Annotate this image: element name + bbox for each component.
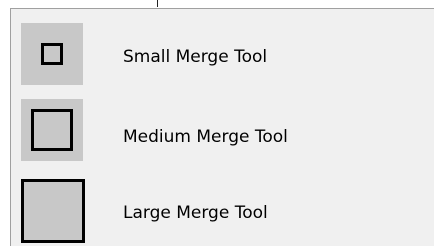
- small-square-icon: [41, 43, 63, 65]
- menu-item-small-merge-tool[interactable]: Small Merge Tool: [11, 17, 434, 89]
- menu-item-label: Medium Merge Tool: [123, 127, 288, 147]
- menu-item-large-merge-tool[interactable]: Large Merge Tool: [11, 173, 434, 245]
- menu-item-label: Small Merge Tool: [123, 47, 268, 67]
- menu-item-label: Large Merge Tool: [123, 203, 268, 223]
- icon-well: [21, 99, 83, 161]
- merge-tool-menu: Small Merge Tool Medium Merge Tool Large…: [10, 8, 434, 246]
- cursor-tick: [157, 0, 158, 7]
- icon-well: [21, 23, 83, 85]
- large-square-icon: [21, 179, 85, 243]
- medium-square-icon: [31, 109, 73, 151]
- menu-item-medium-merge-tool[interactable]: Medium Merge Tool: [11, 97, 434, 169]
